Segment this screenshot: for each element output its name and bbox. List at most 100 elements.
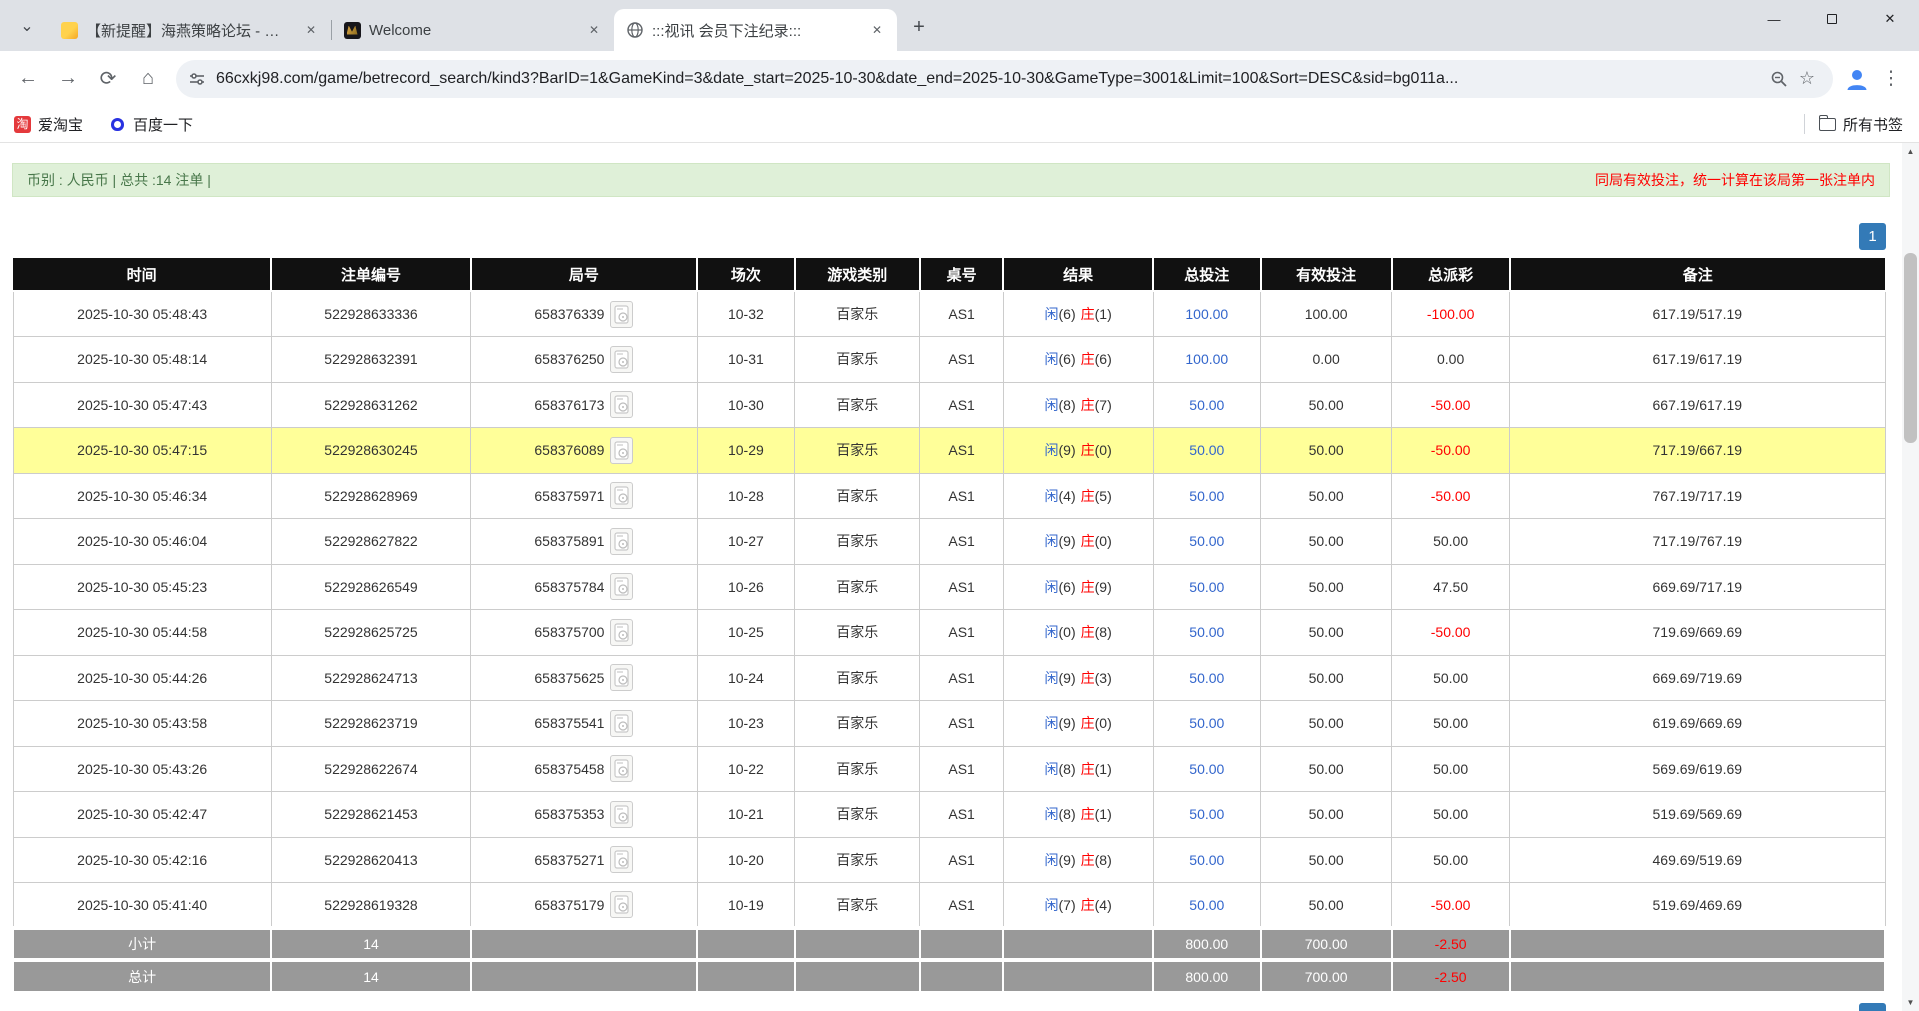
cell-note: 669.69/717.19: [1510, 564, 1885, 610]
bookmarks-divider: [1804, 114, 1805, 134]
header-total-bet: 总投注: [1153, 258, 1261, 291]
banker-result: 庄: [1081, 670, 1095, 686]
summary-row: 总计 14 800.00 700.00 -2.50: [13, 960, 1885, 992]
cell-time: 2025-10-30 05:46:34: [13, 473, 271, 519]
page-1-button[interactable]: 1: [1859, 223, 1886, 250]
video-replay-button[interactable]: [610, 482, 633, 509]
restore-button[interactable]: [1803, 0, 1861, 38]
vertical-scrollbar[interactable]: ▲ ▼: [1902, 143, 1919, 1011]
cell-round-id: 658375700: [471, 610, 698, 656]
address-bar[interactable]: 66cxkj98.com/game/betrecord_search/kind3…: [176, 60, 1833, 98]
cell-note: 519.69/569.69: [1510, 792, 1885, 838]
home-button[interactable]: ⌂: [130, 61, 166, 97]
reload-button[interactable]: ⟳: [90, 61, 126, 97]
tab-bet-records[interactable]: :::视讯 会员下注纪录::: ✕: [614, 9, 897, 51]
cell-valid-bet: 50.00: [1261, 428, 1392, 474]
summary-valid-bet: 700.00: [1261, 928, 1392, 960]
video-replay-button[interactable]: [610, 891, 633, 918]
round-number: 658375353: [534, 806, 604, 822]
banker-result: 庄: [1081, 533, 1095, 549]
back-button[interactable]: ←: [10, 61, 46, 97]
round-number: 658376339: [534, 306, 604, 322]
bookmarks-bar: 淘 爱淘宝 百度一下 所有书签: [0, 106, 1919, 143]
scroll-up-icon[interactable]: ▲: [1902, 143, 1919, 160]
bookmark-taobao[interactable]: 淘 爱淘宝: [14, 114, 83, 135]
bookmark-label: 爱淘宝: [38, 114, 83, 135]
cell-result: 闲(6)庄(6): [1003, 337, 1153, 383]
video-replay-button[interactable]: [610, 391, 633, 418]
video-replay-button[interactable]: [610, 801, 633, 828]
tab-close-icon[interactable]: ✕: [867, 20, 887, 40]
cell-result: 闲(0)庄(8): [1003, 610, 1153, 656]
forward-button[interactable]: →: [50, 61, 86, 97]
seagull-forum-favicon-icon: [60, 21, 78, 39]
player-result: 闲: [1045, 442, 1059, 458]
video-replay-button[interactable]: [610, 846, 633, 873]
cell-round-id: 658375891: [471, 519, 698, 565]
cell-bet-id: 522928626549: [271, 564, 470, 610]
video-replay-button[interactable]: [610, 528, 633, 555]
cell-round-id: 658375541: [471, 701, 698, 747]
page-content: 币别 : 人民币 | 总共 :14 注单 | 同局有效投注，统一计算在该局第一张…: [0, 143, 1902, 1011]
scroll-down-icon[interactable]: ▼: [1902, 994, 1919, 1011]
cell-session: 10-27: [697, 519, 794, 565]
zoom-level-icon[interactable]: [1765, 65, 1793, 93]
all-bookmarks-button[interactable]: 所有书签: [1819, 114, 1903, 135]
cell-valid-bet: 50.00: [1261, 382, 1392, 428]
tab-seagull-forum[interactable]: 【新提醒】海燕策略论坛 - 综合 ✕: [48, 9, 331, 51]
bookmark-label: 百度一下: [133, 114, 193, 135]
browser-window: ⌄ 【新提醒】海燕策略论坛 - 综合 ✕ Welcome ✕ :::视讯 会员下…: [0, 0, 1919, 1011]
cell-note: 717.19/767.19: [1510, 519, 1885, 565]
url-text[interactable]: 66cxkj98.com/game/betrecord_search/kind3…: [216, 70, 1765, 88]
header-payout: 总派彩: [1392, 258, 1510, 291]
header-table-id: 桌号: [920, 258, 1003, 291]
all-bookmarks-label: 所有书签: [1843, 114, 1903, 135]
site-settings-icon[interactable]: [188, 70, 206, 88]
tab-close-icon[interactable]: ✕: [301, 20, 321, 40]
video-replay-button[interactable]: [610, 573, 633, 600]
video-replay-button[interactable]: [610, 710, 633, 737]
video-replay-button[interactable]: [610, 619, 633, 646]
cell-time: 2025-10-30 05:43:26: [13, 746, 271, 792]
cell-bet-id: 522928631262: [271, 382, 470, 428]
player-result: 闲: [1045, 533, 1059, 549]
tab-search-button[interactable]: ⌄: [10, 9, 44, 43]
video-replay-button[interactable]: [610, 755, 633, 782]
cell-note: 617.19/617.19: [1510, 337, 1885, 383]
cell-session: 10-21: [697, 792, 794, 838]
cell-session: 10-22: [697, 746, 794, 792]
video-replay-button[interactable]: [610, 437, 633, 464]
cell-table-id: AS1: [920, 746, 1003, 792]
profile-avatar[interactable]: [1839, 61, 1875, 97]
bookmark-star-icon[interactable]: ☆: [1793, 65, 1821, 93]
video-replay-button[interactable]: [610, 664, 633, 691]
tab-close-icon[interactable]: ✕: [584, 20, 604, 40]
tab-welcome[interactable]: Welcome ✕: [331, 9, 614, 51]
cell-round-id: 658375625: [471, 655, 698, 701]
browser-menu-icon[interactable]: ⋮: [1875, 61, 1907, 97]
cell-table-id: AS1: [920, 564, 1003, 610]
video-replay-button[interactable]: [610, 301, 633, 328]
player-result: 闲: [1045, 806, 1059, 822]
video-replay-button[interactable]: [610, 346, 633, 373]
close-window-button[interactable]: ✕: [1861, 0, 1919, 38]
minimize-button[interactable]: —: [1745, 0, 1803, 38]
cell-time: 2025-10-30 05:48:14: [13, 337, 271, 383]
page-1-button-bottom[interactable]: 1: [1859, 1003, 1886, 1011]
banker-result: 庄: [1081, 715, 1095, 731]
cell-bet-id: 522928621453: [271, 792, 470, 838]
scrollbar-thumb[interactable]: [1904, 253, 1917, 443]
cell-total-bet: 100.00: [1153, 291, 1261, 337]
bookmark-baidu[interactable]: 百度一下: [109, 114, 193, 135]
cell-session: 10-26: [697, 564, 794, 610]
cell-game-type: 百家乐: [795, 746, 920, 792]
cell-game-type: 百家乐: [795, 382, 920, 428]
cell-valid-bet: 50.00: [1261, 883, 1392, 929]
player-result: 闲: [1045, 397, 1059, 413]
cell-table-id: AS1: [920, 473, 1003, 519]
cell-valid-bet: 50.00: [1261, 746, 1392, 792]
cell-payout: 50.00: [1392, 655, 1510, 701]
cell-table-id: AS1: [920, 792, 1003, 838]
new-tab-button[interactable]: +: [905, 13, 933, 41]
banker-result: 庄: [1081, 442, 1095, 458]
